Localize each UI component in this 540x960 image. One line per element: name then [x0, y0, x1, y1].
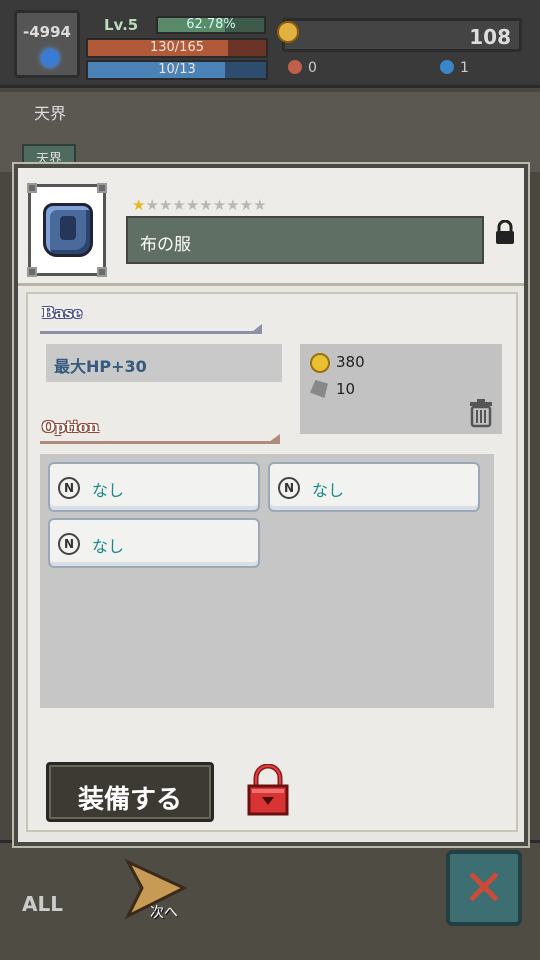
- star-empty-icon: ★: [239, 196, 254, 214]
- star-empty-icon: ★: [212, 196, 227, 214]
- option-label: なし: [92, 481, 125, 500]
- coin-icon: [277, 21, 299, 43]
- star-filled-icon: ★: [132, 196, 146, 214]
- all-button[interactable]: ALL: [22, 892, 63, 916]
- option-label: なし: [92, 537, 125, 556]
- exp-bar: 62.78%: [156, 16, 266, 34]
- close-icon: ✕: [463, 859, 505, 917]
- rarity-stars: ★★★★★★★★★★: [132, 196, 267, 214]
- option-label: なし: [312, 481, 345, 500]
- orb-icon: [440, 60, 454, 74]
- next-label[interactable]: 次へ: [150, 902, 178, 922]
- mp-value: 10/13: [158, 62, 196, 77]
- item-name: 布の服: [140, 235, 191, 255]
- close-button[interactable]: ✕: [446, 850, 522, 926]
- meat-icon: [288, 60, 302, 74]
- normal-badge-icon: N: [58, 533, 80, 555]
- normal-badge-icon: N: [58, 477, 80, 499]
- item-icon-frame: [27, 183, 107, 277]
- frame-corner: [27, 183, 37, 193]
- option-slot-1[interactable]: N なし: [48, 462, 260, 512]
- armor-icon: [43, 203, 93, 257]
- coin-icon: [310, 353, 330, 373]
- hp-value: 130/165: [149, 40, 204, 55]
- resource-b: 1: [440, 60, 469, 76]
- scene-strip: [0, 92, 540, 172]
- lock-icon[interactable]: [494, 220, 516, 246]
- star-empty-icon: ★: [158, 196, 173, 214]
- star-empty-icon: ★: [226, 196, 240, 214]
- base-stat: 最大HP+30: [54, 357, 147, 376]
- frame-corner: [27, 267, 37, 277]
- option-section-title: Option: [42, 418, 100, 436]
- hp-bar: 130/165: [86, 38, 268, 58]
- resource-a-value: 0: [308, 60, 317, 76]
- item-detail-body: Base 最大HP+30 380 10 Option N なし N なし N な…: [26, 292, 518, 832]
- resource-b-value: 1: [460, 60, 469, 76]
- normal-badge-icon: N: [278, 477, 300, 499]
- option-list: N なし N なし N なし: [40, 454, 494, 708]
- sell-price-box: 380 10: [300, 344, 502, 434]
- gold-price: 380: [336, 353, 365, 371]
- level-badge: -4994: [14, 10, 80, 78]
- item-detail-modal: ★★★★★★★★★★ 布の服 Base 最大HP+30 380 10 Optio…: [14, 164, 528, 846]
- base-stat-box: 最大HP+30: [46, 344, 282, 382]
- star-empty-icon: ★: [145, 196, 159, 214]
- gem-icon: [41, 49, 59, 67]
- star-empty-icon: ★: [185, 196, 200, 214]
- option-slot-2[interactable]: N なし: [268, 462, 480, 512]
- level-badge-value: -4994: [23, 23, 71, 41]
- star-empty-icon: ★: [172, 196, 186, 214]
- gold-counter: 108: [277, 18, 522, 52]
- ore-price: 10: [336, 380, 356, 398]
- gold-value: 108: [469, 25, 511, 49]
- mp-bar: 10/13: [86, 60, 268, 80]
- level-label: Lv.5: [104, 16, 139, 34]
- base-divider: [40, 324, 262, 334]
- exp-percent: 62.78%: [186, 17, 236, 32]
- frame-corner: [97, 267, 107, 277]
- area-label: 天界: [34, 104, 67, 123]
- resource-a: 0: [288, 60, 317, 76]
- item-name-box: 布の服: [126, 216, 484, 264]
- equip-button-label: 装備する: [77, 785, 182, 815]
- base-section-title: Base: [42, 304, 83, 322]
- ore-icon: [310, 380, 328, 398]
- frame-corner: [97, 183, 107, 193]
- star-empty-icon: ★: [253, 196, 267, 214]
- star-empty-icon: ★: [199, 196, 213, 214]
- status-bar: -4994 Lv.5 62.78% 130/165 10/13 108 0 1: [0, 0, 540, 88]
- trash-icon[interactable]: [468, 398, 494, 428]
- equip-button[interactable]: 装備する: [46, 762, 214, 822]
- padlock-icon[interactable]: [246, 764, 290, 816]
- option-slot-3[interactable]: N なし: [48, 518, 260, 568]
- item-header: ★★★★★★★★★★ 布の服: [18, 168, 524, 286]
